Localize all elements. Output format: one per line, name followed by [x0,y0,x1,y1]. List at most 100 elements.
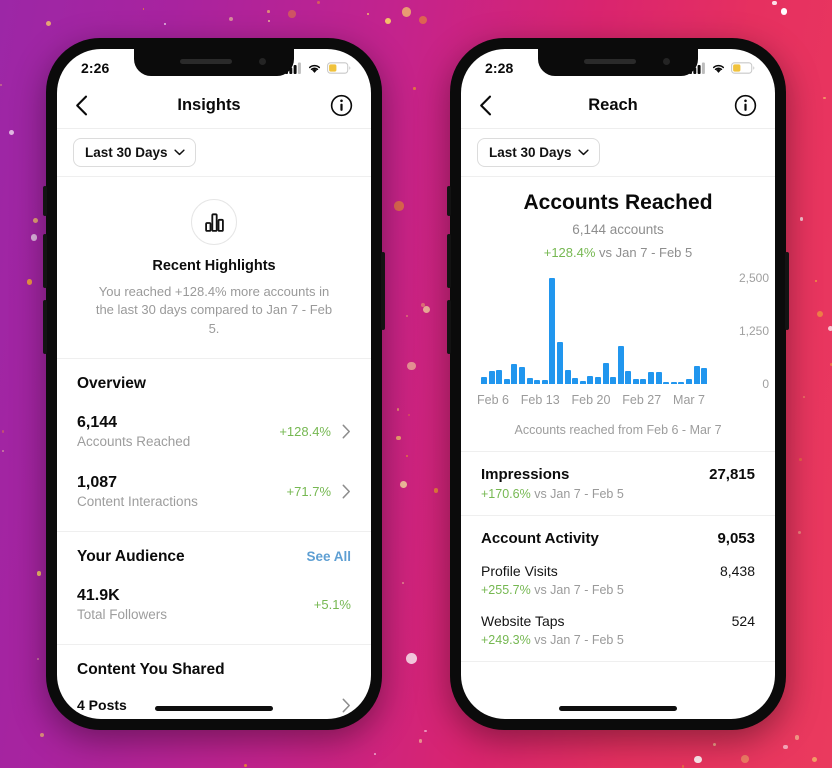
screen-insights: 2:26 Insights Last 30 Days Recent Highli… [57,49,371,719]
mute-switch[interactable] [43,186,47,216]
info-circle-icon[interactable] [330,94,353,117]
accounts-reached-title: Accounts Reached [523,191,713,214]
profile-visits-delta: +255.7% vs Jan 7 - Feb 5 [481,583,755,597]
x-tick-label: Feb 20 [571,393,611,407]
cellular-signal-icon [285,62,301,74]
home-indicator[interactable] [559,706,677,711]
power-button[interactable] [381,252,385,330]
impressions-value: 27,815 [709,466,755,483]
profile-visits-value: 8,438 [719,563,755,579]
impressions-delta: +170.6% vs Jan 7 - Feb 5 [481,487,755,501]
account-activity-label: Account Activity [481,530,599,547]
x-tick-label: Mar 7 [673,393,705,407]
chevron-right-icon[interactable] [342,424,351,439]
y-tick-0: 0 [762,377,769,391]
info-circle-icon[interactable] [734,94,757,117]
chart-bar [617,345,624,384]
chevron-right-icon[interactable] [342,484,351,499]
filter-bar-right: Last 30 Days [461,129,775,177]
account-activity-value: 9,053 [717,530,755,547]
metric-text: 6,144 Accounts Reached [77,413,190,449]
chart-bar [602,362,609,384]
chart-caption: Accounts reached from Feb 6 - Mar 7 [461,407,775,452]
impressions-label: Impressions [481,466,570,483]
see-all-link[interactable]: See All [306,549,351,564]
metric-row-content-interactions[interactable]: 1,087 Content Interactions +71.7% [77,467,351,527]
impressions-header: Impressions 27,815 [481,466,755,483]
nav-bar-right: Reach [461,83,775,129]
account-activity-block: Account Activity 9,053 Profile Visits 8,… [461,516,775,662]
metric-label: Total Followers [77,607,168,623]
delta-comparison: vs Jan 7 - Feb 5 [534,487,624,501]
metric-delta: +71.7% [286,483,331,499]
power-button[interactable] [785,252,789,330]
your-audience-section: Your Audience See All 41.9K Total Follow… [57,532,371,644]
status-bar-right: 2:28 [461,49,775,83]
chart-bar [503,379,510,384]
website-taps-delta: +249.3% vs Jan 7 - Feb 5 [481,633,755,647]
chart-bar [686,378,693,384]
reach-bar-chart: 2,500 1,250 0 [475,271,769,391]
filter-bar-left: Last 30 Days [57,129,371,177]
chart-bar [481,376,487,384]
volume-up-button[interactable] [43,234,47,288]
accounts-reached-card: Accounts Reached 6,144 accounts +128.4% … [461,177,775,452]
date-range-label: Last 30 Days [489,145,572,160]
x-tick-label: Feb 6 [477,393,509,407]
status-time: 2:28 [485,60,514,76]
cellular-signal-icon [689,62,705,74]
date-range-dropdown[interactable]: Last 30 Days [477,138,600,167]
recent-highlights-card: Recent Highlights You reached +128.4% mo… [57,177,371,360]
website-taps-row[interactable]: Website Taps 524 [481,613,755,629]
profile-visits-row[interactable]: Profile Visits 8,438 [481,563,755,579]
chart-bar [670,382,677,384]
metric-trailing: +128.4% [279,424,351,439]
posts-label: 4 Posts [77,697,127,714]
delta-comparison: vs Jan 7 - Feb 5 [534,583,624,597]
chart-x-axis: Feb 6 Feb 13 Feb 20 Feb 27 Mar 7 [461,384,775,407]
phones-container: 2:26 Insights Last 30 Days Recent Highli… [0,0,832,768]
chart-bar [632,379,639,384]
website-taps-label: Website Taps [481,613,565,629]
delta-value: +170.6% [481,487,531,501]
delta-value: +255.7% [481,583,531,597]
chart-bar [648,371,655,384]
home-indicator[interactable] [155,706,273,711]
highlights-body: You reached +128.4% more accounts in the… [95,284,333,336]
chart-bar [526,377,533,384]
chevron-right-icon[interactable] [342,698,351,713]
bar-chart-icon [204,212,224,232]
volume-up-button[interactable] [447,234,451,288]
chart-bars [481,278,708,384]
back-chevron-icon[interactable] [479,95,492,116]
battery-icon [327,62,351,74]
metric-delta: +5.1% [313,596,351,612]
overview-title: Overview [77,375,146,393]
chart-bar [655,371,662,384]
y-tick-1250: 1,250 [738,324,769,338]
metric-value: 1,087 [77,474,118,492]
volume-down-button[interactable] [447,300,451,354]
chart-bar [579,380,586,384]
volume-down-button[interactable] [43,300,47,354]
status-icons [689,62,755,74]
content-shared-header: Content You Shared [77,661,351,679]
impressions-block[interactable]: Impressions 27,815 +170.6% vs Jan 7 - Fe… [461,452,775,516]
metric-delta: +128.4% [279,423,331,439]
metric-text: 1,087 Content Interactions [77,473,198,509]
metric-row-accounts-reached[interactable]: 6,144 Accounts Reached +128.4% [77,407,351,467]
delta-comparison: vs Jan 7 - Feb 5 [599,245,693,260]
profile-visits-label: Profile Visits [481,563,558,579]
wifi-icon [308,64,321,73]
date-range-dropdown[interactable]: Last 30 Days [73,138,196,167]
date-range-label: Last 30 Days [85,145,168,160]
chart-bar [594,377,601,384]
delta-comparison: vs Jan 7 - Feb 5 [534,633,624,647]
chart-bar [693,366,700,384]
audience-header: Your Audience See All [77,548,351,566]
mute-switch[interactable] [447,186,451,216]
metric-row-total-followers[interactable]: 41.9K Total Followers +5.1% [77,580,351,640]
back-chevron-icon[interactable] [75,95,88,116]
overview-header: Overview [77,375,351,393]
chart-bar [587,376,594,384]
